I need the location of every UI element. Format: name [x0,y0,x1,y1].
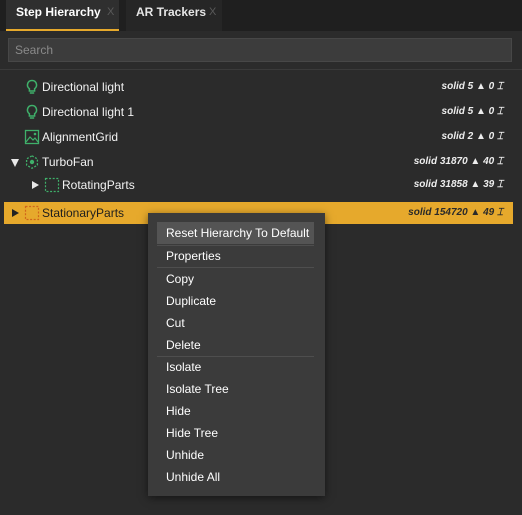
tab-bar: Step Hierarchy X AR Trackers X [0,0,522,31]
menu-item-copy[interactable]: Copy [157,268,314,290]
tab-label: Step Hierarchy [16,5,101,19]
tree-row-stats: solid 2 ▲ 0 ⌶ [441,131,503,142]
menu-item-isolate[interactable]: Isolate [157,356,314,378]
menu-item-cut[interactable]: Cut [157,312,314,334]
tab-label: AR Trackers [136,5,207,19]
tree-row-stats: solid 5 ▲ 0 ⌶ [441,106,503,117]
collapse-arrow-icon[interactable] [32,181,39,189]
part-group-icon [24,205,40,221]
light-bulb-icon [24,104,40,120]
tree-row-label: RotatingParts [62,178,135,192]
tree-row-label: StationaryParts [42,206,125,220]
menu-item-duplicate[interactable]: Duplicate [157,290,314,312]
tree-row-stats: solid 31870 ▲ 40 ⌶ [413,156,503,167]
tree-row-label: Directional light 1 [42,105,135,119]
expand-arrow-icon[interactable] [11,159,19,167]
light-bulb-icon [24,79,40,95]
menu-item-delete[interactable]: Delete [157,334,314,356]
tab-ar-trackers[interactable]: AR Trackers X [126,0,222,31]
tree-row-alignment-grid[interactable]: AlignmentGrid solid 2 ▲ 0 ⌶ [4,126,513,148]
part-group-icon [44,177,60,193]
collapse-arrow-icon[interactable] [12,209,19,217]
tree-row-turbofan[interactable]: TurboFan solid 31870 ▲ 40 ⌶ [4,151,513,173]
tab-close-icon[interactable]: X [209,0,216,24]
assembly-icon [24,154,40,170]
grid-image-icon [24,129,40,145]
tree-row-label: TurboFan [42,155,94,169]
search-input[interactable]: Search [8,38,512,62]
menu-item-reset-hierarchy[interactable]: Reset Hierarchy To Default [157,222,314,244]
menu-item-unhide-all[interactable]: Unhide All [157,466,314,488]
tree-row-stats: solid 31858 ▲ 39 ⌶ [413,179,503,190]
tree-row-directional-light[interactable]: Directional light solid 5 ▲ 0 ⌶ [4,76,513,98]
tree-row-stats: solid 154720 ▲ 49 ⌶ [408,207,503,218]
menu-item-hide-tree[interactable]: Hide Tree [157,422,314,444]
menu-item-hide[interactable]: Hide [157,400,314,422]
menu-item-unhide[interactable]: Unhide [157,444,314,466]
tab-step-hierarchy[interactable]: Step Hierarchy X [6,0,119,31]
tab-close-icon[interactable]: X [107,0,114,24]
divider [0,69,522,70]
tree-row-rotating-parts[interactable]: RotatingParts solid 31858 ▲ 39 ⌶ [4,174,513,196]
tree-row-directional-light-1[interactable]: Directional light 1 solid 5 ▲ 0 ⌶ [4,101,513,123]
tree-row-label: AlignmentGrid [42,130,119,144]
context-menu: Reset Hierarchy To Default Properties Co… [148,213,325,496]
tree-row-stats: solid 5 ▲ 0 ⌶ [441,81,503,92]
menu-item-isolate-tree[interactable]: Isolate Tree [157,378,314,400]
menu-item-properties[interactable]: Properties [157,245,314,267]
tree-row-label: Directional light [42,80,125,94]
